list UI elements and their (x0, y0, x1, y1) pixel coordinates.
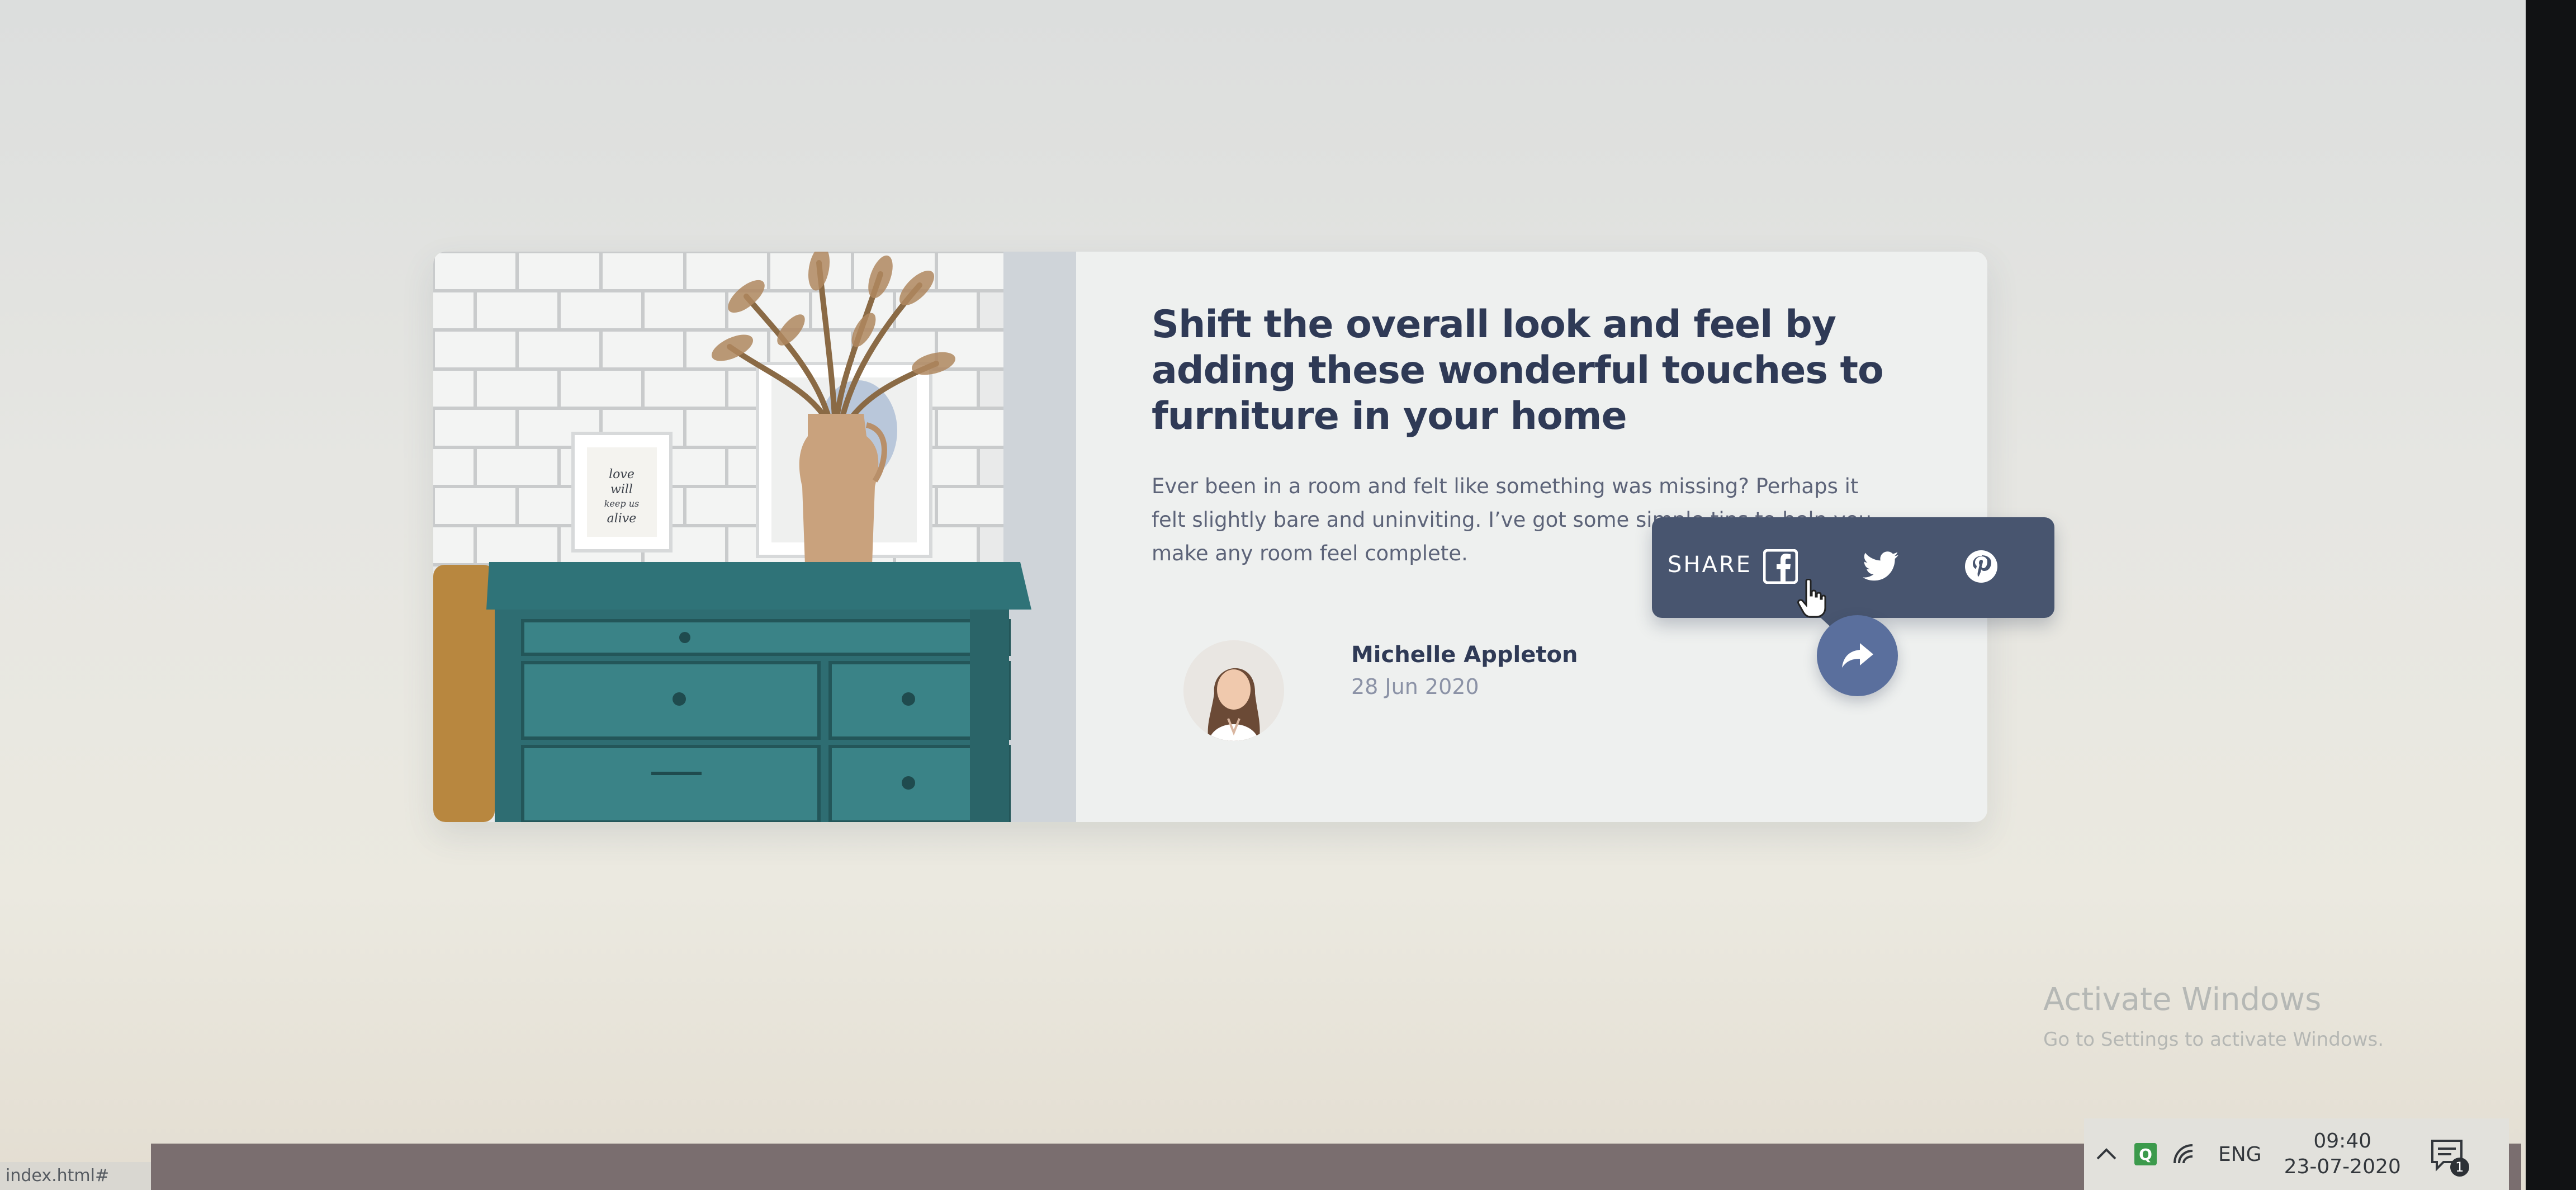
chevron-up-icon[interactable] (2090, 1137, 2123, 1171)
wifi-icon[interactable] (2168, 1137, 2201, 1171)
monitor-bezel (2526, 0, 2576, 1190)
clock-time: 09:40 (2313, 1130, 2372, 1153)
publish-date: 28 Jun 2020 (1351, 674, 1479, 699)
svg-text:keep us: keep us (604, 498, 639, 509)
author-name: Michelle Appleton (1351, 642, 1578, 668)
notification-icon[interactable]: 1 (2429, 1136, 2469, 1177)
share-label: SHARE (1668, 552, 1752, 578)
svg-text:alive: alive (607, 512, 637, 526)
activate-windows-watermark: Activate Windows Go to Settings to activ… (2043, 981, 2384, 1053)
app-q-icon[interactable]: Q (2129, 1137, 2162, 1171)
clock-date: 23-07-2020 (2284, 1155, 2401, 1178)
language-indicator[interactable]: ENG (2218, 1143, 2262, 1166)
author-meta: Michelle Appleton 28 Jun 2020 (1351, 639, 1578, 703)
share-toggle-button[interactable] (1817, 615, 1898, 696)
watermark-title: Activate Windows (2043, 981, 2322, 1018)
svg-text:love: love (609, 468, 634, 481)
hand-cursor-icon (1797, 579, 1826, 618)
author-info: Michelle Appleton 28 Jun 2020 (1183, 640, 1578, 741)
share-tooltip: SHARE (1652, 517, 2054, 630)
notification-count: 1 (2450, 1158, 2469, 1177)
share-arrow-icon (1841, 643, 1873, 668)
svg-text:Q: Q (2139, 1145, 2152, 1164)
article-title[interactable]: Shift the overall look and feel by addin… (1152, 302, 1923, 440)
article-image: love will keep us alive (433, 252, 1076, 822)
watermark-subtitle: Go to Settings to activate Windows. (2043, 1028, 2384, 1051)
facebook-icon[interactable] (1758, 544, 1803, 589)
svg-text:will: will (610, 483, 633, 497)
pinterest-icon[interactable] (1959, 544, 2004, 589)
author-avatar (1183, 640, 1284, 741)
twitter-icon[interactable] (1858, 544, 1903, 589)
status-bar-url: index.html# (0, 1162, 151, 1190)
system-tray: Q ENG 09:40 23-07-2020 1 (2084, 1118, 2509, 1190)
clock[interactable]: 09:40 23-07-2020 (2284, 1128, 2401, 1180)
